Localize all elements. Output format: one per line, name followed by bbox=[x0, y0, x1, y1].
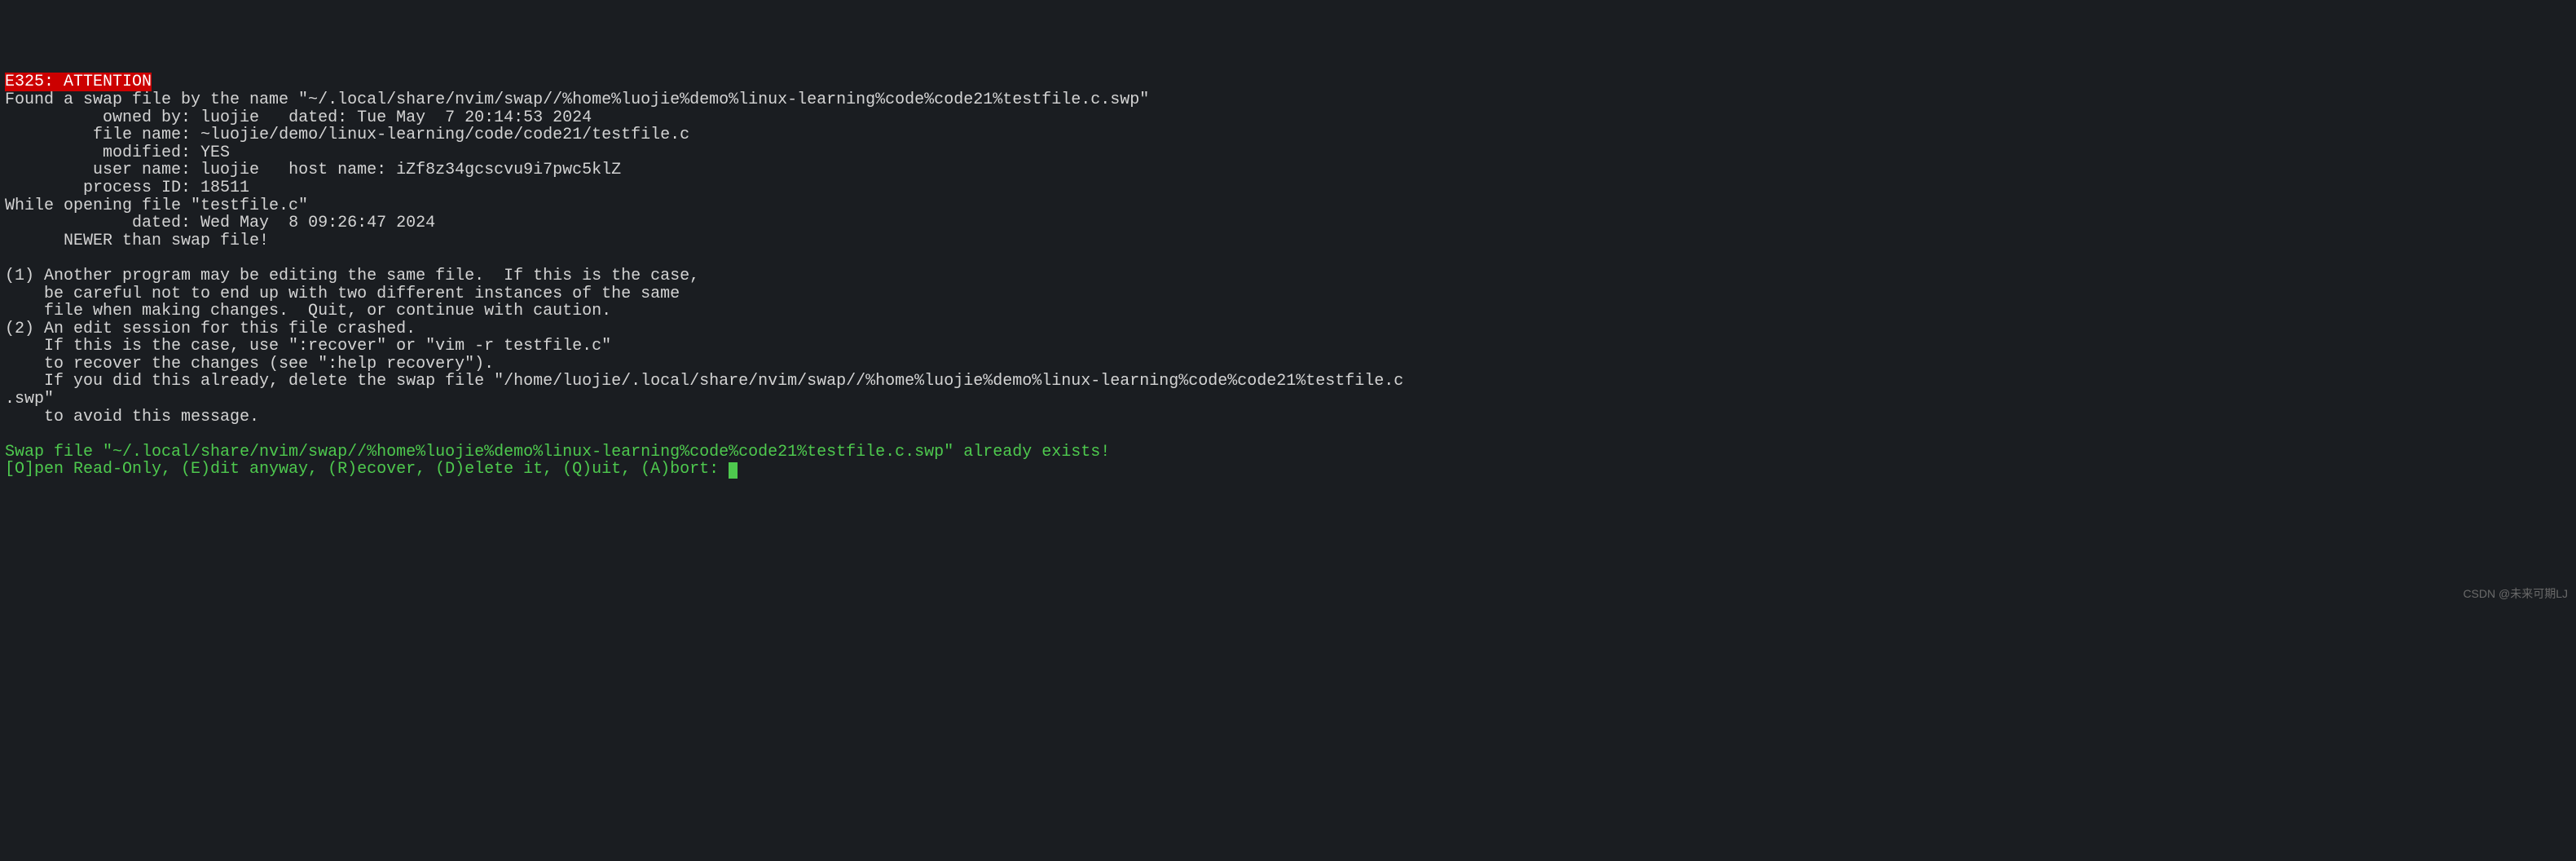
user-name-value: luojie bbox=[200, 161, 259, 179]
process-id-label: process ID: bbox=[5, 179, 200, 197]
advice-1-line-2: be careful not to end up with two differ… bbox=[5, 285, 680, 303]
swap-found-line: Found a swap file by the name "~/.local/… bbox=[5, 91, 1149, 109]
advice-2-line-5: .swp" bbox=[5, 390, 54, 408]
swap-exists-line: Swap file "~/.local/share/nvim/swap//%ho… bbox=[5, 443, 1110, 461]
error-header: E325: ATTENTION bbox=[5, 73, 152, 91]
cursor[interactable] bbox=[729, 462, 738, 479]
opening-dated-label: dated: bbox=[5, 214, 200, 232]
swap-dated-value: Tue May 7 20:14:53 2024 bbox=[357, 108, 592, 127]
watermark: CSDN @未来可期LJ bbox=[2463, 588, 2568, 600]
prompt-options[interactable]: [O]pen Read-Only, (E)dit anyway, (R)ecov… bbox=[5, 460, 729, 479]
process-id-value: 18511 bbox=[200, 179, 249, 197]
user-name-label: user name: bbox=[5, 161, 200, 179]
file-name-value: ~luojie/demo/linux-learning/code/code21/… bbox=[200, 126, 689, 144]
owned-by-label: owned by: bbox=[5, 108, 200, 127]
advice-2-line-2: If this is the case, use ":recover" or "… bbox=[5, 337, 611, 355]
newer-than-swap: NEWER than swap file! bbox=[5, 232, 269, 250]
advice-2-line-6: to avoid this message. bbox=[5, 408, 259, 426]
opening-file-line: While opening file "testfile.c" bbox=[5, 196, 308, 215]
owned-by-value: luojie bbox=[200, 108, 259, 127]
advice-2-line-4: If you did this already, delete the swap… bbox=[5, 372, 1403, 391]
modified-value: YES bbox=[200, 144, 230, 162]
swap-dated-label: dated: bbox=[259, 108, 357, 127]
terminal-output: E325: ATTENTION Found a swap file by the… bbox=[5, 73, 2571, 479]
host-name-value: iZf8z34gcscvu9i7pwc5klZ bbox=[396, 161, 621, 179]
file-name-label: file name: bbox=[5, 126, 200, 144]
advice-1-line-1: (1) Another program may be editing the s… bbox=[5, 267, 699, 285]
host-name-label: host name: bbox=[259, 161, 396, 179]
modified-label: modified: bbox=[5, 144, 200, 162]
advice-2-line-1: (2) An edit session for this file crashe… bbox=[5, 320, 416, 338]
advice-1-line-3: file when making changes. Quit, or conti… bbox=[5, 302, 611, 320]
advice-2-line-3: to recover the changes (see ":help recov… bbox=[5, 355, 494, 373]
opening-dated-value: Wed May 8 09:26:47 2024 bbox=[200, 214, 435, 232]
